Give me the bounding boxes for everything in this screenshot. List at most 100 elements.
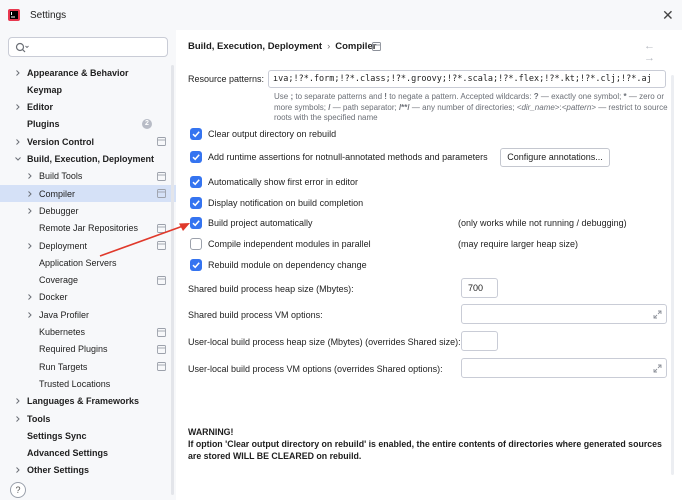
help-text-part: — exactly one symbol; (538, 92, 624, 101)
back-forward-arrows[interactable]: ← → (644, 40, 682, 64)
sidebar-item[interactable]: Application Servers (0, 254, 176, 271)
sidebar-item[interactable]: Languages & Frameworks (0, 393, 176, 410)
chevron-down-icon[interactable] (14, 155, 22, 163)
option-checkbox-row[interactable]: Rebuild module on dependency change (190, 258, 367, 272)
sidebar-item[interactable]: Tools (0, 410, 176, 427)
sidebar-item-label: Debugger (39, 205, 79, 216)
option-checkbox-row[interactable]: Compile independent modules in parallel (190, 237, 371, 251)
warning-message: WARNING! If option 'Clear output directo… (188, 426, 673, 462)
breadcrumb-parent[interactable]: Build, Execution, Deployment (188, 41, 322, 52)
sidebar-item[interactable]: Required Plugins (0, 341, 176, 358)
sidebar-item-label: Coverage (39, 275, 79, 286)
sidebar-item[interactable]: Coverage (0, 272, 176, 289)
chevron-right-icon[interactable] (26, 242, 34, 250)
chevron-right-icon[interactable] (26, 190, 34, 198)
user-heap-input[interactable] (461, 331, 498, 351)
option-checkbox-row[interactable]: Display notification on build completion (190, 196, 363, 210)
sidebar-item[interactable]: Debugger (0, 202, 176, 219)
sidebar-item-label: Compiler (39, 188, 76, 199)
close-icon[interactable]: ✕ (662, 8, 674, 22)
shared-heap-label: Shared build process heap size (Mbytes): (188, 284, 354, 294)
shared-vm-label: Shared build process VM options: (188, 310, 323, 320)
main-scrollbar[interactable] (671, 75, 674, 475)
sidebar-item-label: Trusted Locations (39, 378, 111, 389)
sidebar-item-label: Java Profiler (39, 309, 90, 320)
sidebar-item-label: Editor (27, 102, 53, 113)
help-text-part: — any number of directories; (409, 102, 517, 112)
checkmark-icon (192, 154, 200, 161)
sidebar-item-label: Advanced Settings (27, 448, 109, 459)
chevron-right-icon[interactable] (14, 397, 22, 405)
sidebar-item[interactable]: Version Control (0, 133, 176, 150)
project-scope-icon (157, 241, 166, 250)
sidebar-item[interactable]: Kubernetes (0, 324, 176, 341)
chevron-right-icon[interactable] (26, 172, 34, 180)
sidebar-item-label: Keymap (27, 84, 63, 95)
sidebar-item[interactable]: Remote Jar Repositories (0, 220, 176, 237)
checkbox-label: Build project automatically (208, 218, 313, 228)
checkmark-icon (192, 220, 200, 227)
option-checkbox-row[interactable]: Clear output directory on rebuild (190, 127, 336, 141)
chevron-right-icon[interactable] (26, 207, 34, 215)
help-button[interactable]: ? (10, 482, 26, 498)
chevron-right-icon[interactable] (26, 311, 34, 319)
option-checkbox-row[interactable]: Automatically show first error in editor (190, 175, 358, 189)
sidebar-item[interactable]: Advanced Settings (0, 445, 176, 462)
project-scope-icon (157, 327, 166, 337)
sidebar-item[interactable]: Build, Execution, Deployment (0, 151, 176, 168)
sidebar-item-label: Docker (39, 292, 68, 303)
expand-icon[interactable] (653, 310, 662, 319)
sidebar-item[interactable]: Java Profiler (0, 306, 176, 323)
search-input[interactable] (8, 37, 168, 57)
settings-sidebar: Appearance & Behavior Keymap Editor Plugins… (0, 30, 176, 500)
sidebar-item[interactable]: Settings Sync (0, 427, 176, 444)
shared-vm-input[interactable] (461, 304, 667, 324)
configure-annotations-button[interactable]: Configure annotations... (500, 148, 610, 167)
chevron-right-icon[interactable] (14, 466, 22, 474)
option-checkbox-row[interactable]: Add runtime assertions for notnull-annot… (190, 150, 488, 164)
update-count-badge: 2 (142, 118, 152, 129)
sidebar-item[interactable]: Trusted Locations (0, 375, 176, 392)
project-scope-icon (157, 137, 166, 147)
help-text-part: /**/ (398, 102, 410, 112)
sidebar-item[interactable]: Deployment (0, 237, 176, 254)
checkbox[interactable] (190, 176, 202, 188)
resource-patterns-input[interactable]: ıva;!?*.form;!?*.class;!?*.groovy;!?*.sc… (268, 70, 666, 88)
checkbox[interactable] (190, 128, 202, 140)
checkbox-label: Add runtime assertions for notnull-annot… (208, 152, 488, 162)
sidebar-item-label: Plugins (27, 119, 60, 130)
user-vm-label: User-local build process VM options (ove… (188, 364, 443, 374)
option-checkbox-row[interactable]: Build project automatically (190, 216, 313, 230)
shared-heap-input[interactable]: 700 (461, 278, 498, 298)
checkbox-label: Rebuild module on dependency change (208, 260, 367, 270)
sidebar-scrollbar[interactable] (171, 65, 174, 495)
sidebar-item[interactable]: Appearance & Behavior (0, 64, 176, 81)
sidebar-item[interactable]: Run Targets (0, 358, 176, 375)
sidebar-item[interactable]: Docker (0, 289, 176, 306)
project-scope-icon (157, 171, 166, 181)
sidebar-item[interactable]: Keymap (0, 81, 176, 98)
chevron-right-icon[interactable] (14, 69, 22, 77)
sidebar-item-label: Required Plugins (39, 344, 108, 355)
window-title: Settings (30, 10, 67, 21)
sidebar-item[interactable]: Editor (0, 99, 176, 116)
sidebar-item-label: Application Servers (39, 257, 117, 268)
sidebar-item-label: Remote Jar Repositories (39, 223, 139, 234)
parallel-note: (may require larger heap size) (458, 239, 579, 249)
sidebar-item[interactable]: Compiler (0, 185, 176, 203)
checkbox[interactable] (190, 217, 202, 229)
expand-icon[interactable] (653, 364, 662, 373)
help-text-part: to negate a pattern. Accepted wildcards: (386, 92, 534, 101)
user-vm-input[interactable] (461, 358, 667, 378)
checkbox[interactable] (190, 238, 202, 250)
chevron-right-icon[interactable] (14, 103, 22, 111)
checkbox[interactable] (190, 151, 202, 163)
chevron-right-icon[interactable] (14, 415, 22, 423)
sidebar-item[interactable]: Other Settings (0, 462, 176, 479)
checkbox[interactable] (190, 197, 202, 209)
chevron-right-icon[interactable] (26, 293, 34, 301)
sidebar-item[interactable]: Plugins 2 (0, 116, 176, 133)
sidebar-item[interactable]: Build Tools (0, 168, 176, 185)
checkbox[interactable] (190, 259, 202, 271)
chevron-right-icon[interactable] (14, 138, 22, 146)
